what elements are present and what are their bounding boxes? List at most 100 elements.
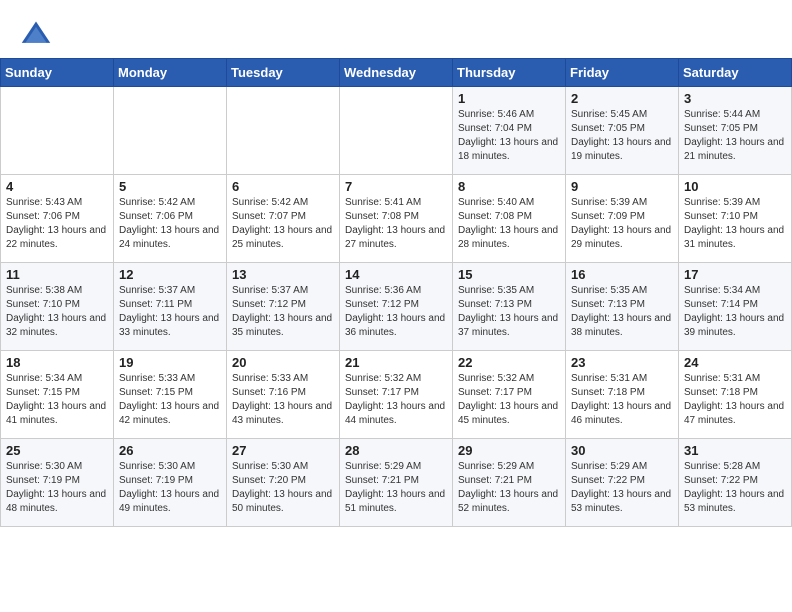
day-number: 5 xyxy=(119,179,221,194)
day-number: 25 xyxy=(6,443,108,458)
calendar-header-row: SundayMondayTuesdayWednesdayThursdayFrid… xyxy=(1,59,792,87)
day-number: 24 xyxy=(684,355,786,370)
week-row-4: 18 Sunrise: 5:34 AM Sunset: 7:15 PM Dayli… xyxy=(1,351,792,439)
day-number: 2 xyxy=(571,91,673,106)
day-cell xyxy=(114,87,227,175)
day-cell: 10 Sunrise: 5:39 AM Sunset: 7:10 PM Dayli… xyxy=(679,175,792,263)
day-info: Sunrise: 5:43 AM Sunset: 7:06 PM Dayligh… xyxy=(6,196,108,252)
day-cell: 14Sunrise: 5:36 AM Sunset: 7:12 PM Dayli… xyxy=(340,263,453,351)
day-cell: 8 Sunrise: 5:40 AM Sunset: 7:08 PM Daylig… xyxy=(453,175,566,263)
day-cell: 27 Sunrise: 5:30 AM Sunset: 7:20 PM Dayli… xyxy=(227,439,340,527)
logo xyxy=(20,18,56,50)
day-info: Sunrise: 5:29 AM Sunset: 7:21 PM Dayligh… xyxy=(345,460,447,516)
day-info: Sunrise: 5:35 AM Sunset: 7:13 PM Dayligh… xyxy=(458,284,560,340)
day-number: 4 xyxy=(6,179,108,194)
day-header-monday: Monday xyxy=(114,59,227,87)
day-number: 28 xyxy=(345,443,447,458)
day-header-friday: Friday xyxy=(566,59,679,87)
calendar-header: SundayMondayTuesdayWednesdayThursdayFrid… xyxy=(1,59,792,87)
day-cell: 31 Sunrise: 5:28 AM Sunset: 7:22 PM Dayli… xyxy=(679,439,792,527)
day-info: Sunrise: 5:40 AM Sunset: 7:08 PM Dayligh… xyxy=(458,196,560,252)
day-cell: 29 Sunrise: 5:29 AM Sunset: 7:21 PM Dayli… xyxy=(453,439,566,527)
day-cell: 20 Sunrise: 5:33 AM Sunset: 7:16 PM Dayli… xyxy=(227,351,340,439)
day-cell: 23Sunrise: 5:31 AM Sunset: 7:18 PM Dayli… xyxy=(566,351,679,439)
day-number: 11 xyxy=(6,267,108,282)
day-info: Sunrise: 5:30 AM Sunset: 7:19 PM Dayligh… xyxy=(119,460,221,516)
page-header xyxy=(0,0,792,58)
calendar-body: 1Sunrise: 5:46 AM Sunset: 7:04 PM Daylig… xyxy=(1,87,792,527)
logo-icon xyxy=(20,18,52,50)
day-number: 16 xyxy=(571,267,673,282)
calendar-table: SundayMondayTuesdayWednesdayThursdayFrid… xyxy=(0,58,792,527)
day-cell xyxy=(340,87,453,175)
day-number: 8 xyxy=(458,179,560,194)
day-info: Sunrise: 5:46 AM Sunset: 7:04 PM Dayligh… xyxy=(458,108,560,164)
day-info: Sunrise: 5:41 AM Sunset: 7:08 PM Dayligh… xyxy=(345,196,447,252)
day-number: 10 xyxy=(684,179,786,194)
day-cell: 25 Sunrise: 5:30 AM Sunset: 7:19 PM Dayli… xyxy=(1,439,114,527)
day-info: Sunrise: 5:28 AM Sunset: 7:22 PM Dayligh… xyxy=(684,460,786,516)
day-info: Sunrise: 5:32 AM Sunset: 7:17 PM Dayligh… xyxy=(345,372,447,428)
day-header-tuesday: Tuesday xyxy=(227,59,340,87)
day-info: Sunrise: 5:34 AM Sunset: 7:14 PM Dayligh… xyxy=(684,284,786,340)
day-number: 29 xyxy=(458,443,560,458)
day-number: 19 xyxy=(119,355,221,370)
day-cell: 16 Sunrise: 5:35 AM Sunset: 7:13 PM Dayli… xyxy=(566,263,679,351)
day-number: 7 xyxy=(345,179,447,194)
day-cell: 2Sunrise: 5:45 AM Sunset: 7:05 PM Daylig… xyxy=(566,87,679,175)
day-header-thursday: Thursday xyxy=(453,59,566,87)
day-cell: 3Sunrise: 5:44 AM Sunset: 7:05 PM Daylig… xyxy=(679,87,792,175)
day-cell: 18 Sunrise: 5:34 AM Sunset: 7:15 PM Dayli… xyxy=(1,351,114,439)
day-number: 18 xyxy=(6,355,108,370)
day-header-saturday: Saturday xyxy=(679,59,792,87)
day-info: Sunrise: 5:38 AM Sunset: 7:10 PM Dayligh… xyxy=(6,284,108,340)
day-number: 23 xyxy=(571,355,673,370)
week-row-3: 11 Sunrise: 5:38 AM Sunset: 7:10 PM Dayli… xyxy=(1,263,792,351)
day-info: Sunrise: 5:30 AM Sunset: 7:20 PM Dayligh… xyxy=(232,460,334,516)
day-info: Sunrise: 5:30 AM Sunset: 7:19 PM Dayligh… xyxy=(6,460,108,516)
day-info: Sunrise: 5:31 AM Sunset: 7:18 PM Dayligh… xyxy=(684,372,786,428)
day-number: 17 xyxy=(684,267,786,282)
day-info: Sunrise: 5:34 AM Sunset: 7:15 PM Dayligh… xyxy=(6,372,108,428)
day-cell: 4 Sunrise: 5:43 AM Sunset: 7:06 PM Daylig… xyxy=(1,175,114,263)
day-info: Sunrise: 5:29 AM Sunset: 7:21 PM Dayligh… xyxy=(458,460,560,516)
day-info: Sunrise: 5:33 AM Sunset: 7:15 PM Dayligh… xyxy=(119,372,221,428)
day-number: 21 xyxy=(345,355,447,370)
day-cell: 24 Sunrise: 5:31 AM Sunset: 7:18 PM Dayli… xyxy=(679,351,792,439)
day-cell xyxy=(1,87,114,175)
day-cell: 17 Sunrise: 5:34 AM Sunset: 7:14 PM Dayli… xyxy=(679,263,792,351)
day-info: Sunrise: 5:42 AM Sunset: 7:06 PM Dayligh… xyxy=(119,196,221,252)
week-row-5: 25 Sunrise: 5:30 AM Sunset: 7:19 PM Dayli… xyxy=(1,439,792,527)
day-number: 26 xyxy=(119,443,221,458)
day-info: Sunrise: 5:37 AM Sunset: 7:12 PM Dayligh… xyxy=(232,284,334,340)
day-number: 31 xyxy=(684,443,786,458)
day-cell: 9 Sunrise: 5:39 AM Sunset: 7:09 PM Daylig… xyxy=(566,175,679,263)
day-cell: 26 Sunrise: 5:30 AM Sunset: 7:19 PM Dayli… xyxy=(114,439,227,527)
day-number: 27 xyxy=(232,443,334,458)
day-header-sunday: Sunday xyxy=(1,59,114,87)
day-cell: 30Sunrise: 5:29 AM Sunset: 7:22 PM Dayli… xyxy=(566,439,679,527)
day-cell: 5 Sunrise: 5:42 AM Sunset: 7:06 PM Daylig… xyxy=(114,175,227,263)
day-info: Sunrise: 5:42 AM Sunset: 7:07 PM Dayligh… xyxy=(232,196,334,252)
day-info: Sunrise: 5:39 AM Sunset: 7:10 PM Dayligh… xyxy=(684,196,786,252)
day-info: Sunrise: 5:32 AM Sunset: 7:17 PM Dayligh… xyxy=(458,372,560,428)
day-cell: 21 Sunrise: 5:32 AM Sunset: 7:17 PM Dayli… xyxy=(340,351,453,439)
day-cell: 15Sunrise: 5:35 AM Sunset: 7:13 PM Dayli… xyxy=(453,263,566,351)
day-info: Sunrise: 5:37 AM Sunset: 7:11 PM Dayligh… xyxy=(119,284,221,340)
day-number: 9 xyxy=(571,179,673,194)
day-cell: 19 Sunrise: 5:33 AM Sunset: 7:15 PM Dayli… xyxy=(114,351,227,439)
day-cell: 1Sunrise: 5:46 AM Sunset: 7:04 PM Daylig… xyxy=(453,87,566,175)
day-cell: 11 Sunrise: 5:38 AM Sunset: 7:10 PM Dayli… xyxy=(1,263,114,351)
day-cell: 22 Sunrise: 5:32 AM Sunset: 7:17 PM Dayli… xyxy=(453,351,566,439)
day-info: Sunrise: 5:35 AM Sunset: 7:13 PM Dayligh… xyxy=(571,284,673,340)
day-cell xyxy=(227,87,340,175)
day-info: Sunrise: 5:39 AM Sunset: 7:09 PM Dayligh… xyxy=(571,196,673,252)
day-number: 22 xyxy=(458,355,560,370)
week-row-2: 4 Sunrise: 5:43 AM Sunset: 7:06 PM Daylig… xyxy=(1,175,792,263)
day-number: 20 xyxy=(232,355,334,370)
day-cell: 12Sunrise: 5:37 AM Sunset: 7:11 PM Dayli… xyxy=(114,263,227,351)
day-info: Sunrise: 5:33 AM Sunset: 7:16 PM Dayligh… xyxy=(232,372,334,428)
day-cell: 28 Sunrise: 5:29 AM Sunset: 7:21 PM Dayli… xyxy=(340,439,453,527)
day-info: Sunrise: 5:36 AM Sunset: 7:12 PM Dayligh… xyxy=(345,284,447,340)
week-row-1: 1Sunrise: 5:46 AM Sunset: 7:04 PM Daylig… xyxy=(1,87,792,175)
